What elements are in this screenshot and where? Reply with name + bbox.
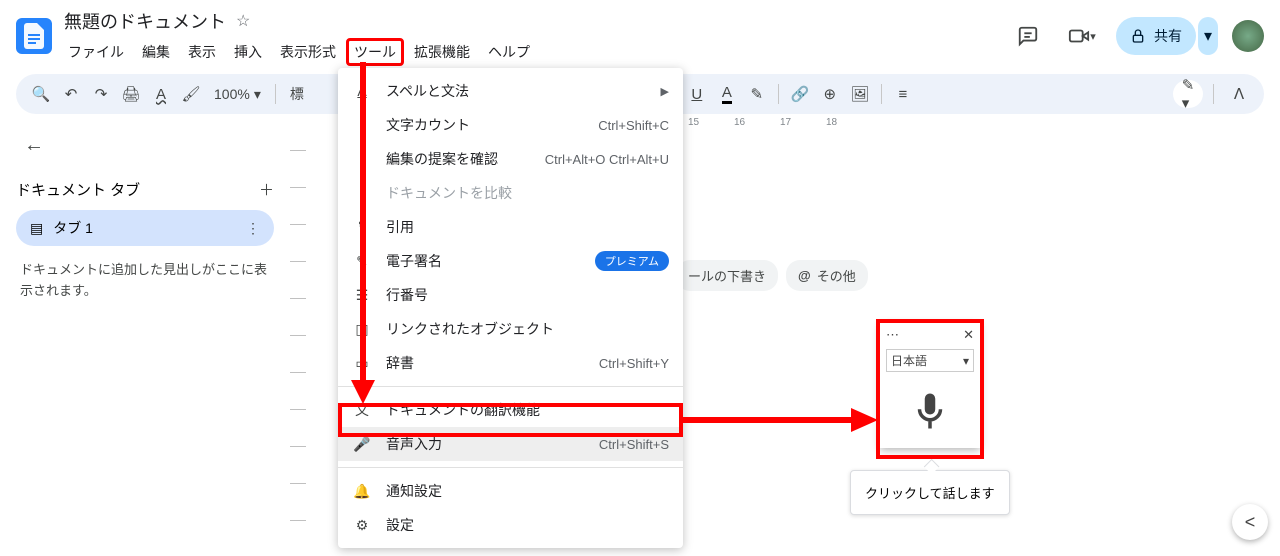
book-icon: ▭: [352, 355, 372, 372]
voice-close-icon[interactable]: ✕: [963, 327, 974, 343]
voice-tooltip: クリックして話します: [850, 470, 1010, 515]
app-header: 無題のドキュメント ☆ ファイル 編集 表示 挿入 表示形式 ツール 拡張機能 …: [0, 0, 1280, 66]
dd-compare: ドキュメントを比較: [338, 176, 683, 210]
star-icon[interactable]: ☆: [236, 11, 250, 31]
menu-tools[interactable]: ツール: [346, 38, 404, 66]
paint-format-icon[interactable]: 🖌: [176, 80, 206, 108]
translate-icon: 文: [352, 400, 372, 420]
chip-other[interactable]: @ その他: [786, 260, 868, 291]
menu-view[interactable]: 表示: [180, 38, 224, 66]
spellcheck-icon[interactable]: A: [146, 80, 176, 108]
meet-icon[interactable]: ▾: [1062, 16, 1102, 56]
document-title[interactable]: 無題のドキュメント: [60, 6, 230, 36]
menu-help[interactable]: ヘルプ: [480, 38, 538, 66]
undo-icon[interactable]: ↶: [56, 80, 86, 108]
dd-esign[interactable]: ✎電子署名プレミアム: [338, 244, 683, 278]
dd-notifications[interactable]: 🔔通知設定: [338, 474, 683, 508]
styles-select[interactable]: 標: [282, 84, 312, 104]
signature-icon: ✎: [352, 253, 372, 270]
dd-preferences[interactable]: ⚙設定: [338, 508, 683, 542]
dd-voice-typing[interactable]: 🎤音声入力Ctrl+Shift+S: [338, 427, 683, 461]
title-area: 無題のドキュメント ☆ ファイル 編集 表示 挿入 表示形式 ツール 拡張機能 …: [60, 6, 1000, 66]
dd-translate[interactable]: 文ドキュメントの翻訳機能: [338, 393, 683, 427]
redo-icon[interactable]: ↷: [86, 80, 116, 108]
add-comment-icon[interactable]: ⊕: [815, 80, 845, 108]
outline-sidebar: ← ドキュメント タブ ＋ ▤ タブ 1 ⋮ ドキュメントに追加した見出しがここ…: [0, 114, 290, 556]
collapse-toolbar-icon[interactable]: ᐱ: [1224, 80, 1254, 108]
voice-more-icon[interactable]: ⋯: [886, 327, 899, 343]
tab-more-icon[interactable]: ⋮: [246, 220, 260, 237]
linked-icon: ◫: [352, 321, 372, 338]
tab-icon: ▤: [30, 220, 43, 237]
voice-language-select[interactable]: 日本語▾: [886, 349, 974, 372]
tools-dropdown: Aスペルと文法▶ 文字カウントCtrl+Shift+C 編集の提案を確認Ctrl…: [338, 68, 683, 548]
dd-dictionary[interactable]: ▭辞書Ctrl+Shift+Y: [338, 346, 683, 380]
search-icon[interactable]: 🔍: [26, 80, 56, 108]
quote-icon: ❞: [352, 219, 372, 236]
insert-image-icon[interactable]: 🖼: [845, 80, 875, 108]
insert-link-icon[interactable]: 🔗: [785, 80, 815, 108]
print-icon[interactable]: 🖨: [116, 80, 146, 108]
dd-review[interactable]: 編集の提案を確認Ctrl+Alt+O Ctrl+Alt+U: [338, 142, 683, 176]
voice-mic-button[interactable]: [880, 380, 980, 448]
zoom-select[interactable]: 100% ▾: [206, 86, 269, 103]
align-icon[interactable]: ≡: [888, 80, 918, 108]
spellcheck-icon: A: [352, 83, 372, 99]
toggles-icon: ⚙: [352, 517, 372, 534]
editing-mode-icon[interactable]: ✎ ▾: [1173, 80, 1203, 108]
dd-wordcount[interactable]: 文字カウントCtrl+Shift+C: [338, 108, 683, 142]
share-dropdown-icon[interactable]: ▾: [1198, 17, 1218, 55]
menu-edit[interactable]: 編集: [134, 38, 178, 66]
dd-linenumbers[interactable]: ☰行番号: [338, 278, 683, 312]
list-icon: ☰: [352, 287, 372, 304]
docs-logo-icon[interactable]: [16, 18, 52, 54]
avatar[interactable]: [1232, 20, 1264, 52]
menu-insert[interactable]: 挿入: [226, 38, 270, 66]
text-color-icon[interactable]: A: [712, 80, 742, 108]
menu-bar: ファイル 編集 表示 挿入 表示形式 ツール 拡張機能 ヘルプ: [60, 38, 1000, 66]
chevron-down-icon: ▾: [963, 354, 969, 368]
menu-file[interactable]: ファイル: [60, 38, 132, 66]
menu-extensions[interactable]: 拡張機能: [406, 38, 478, 66]
back-arrow-icon[interactable]: ←: [16, 126, 274, 165]
explore-fab-icon[interactable]: <: [1232, 504, 1268, 540]
bell-icon: 🔔: [352, 483, 372, 500]
comment-history-icon[interactable]: [1008, 16, 1048, 56]
share-button[interactable]: 共有: [1116, 17, 1196, 55]
menu-format[interactable]: 表示形式: [272, 38, 344, 66]
chevron-right-icon: ▶: [661, 85, 669, 98]
mic-icon: 🎤: [352, 436, 372, 453]
share-label: 共有: [1154, 26, 1182, 46]
highlight-color-icon[interactable]: ✎: [742, 80, 772, 108]
underline-icon[interactable]: U: [682, 80, 712, 108]
sidebar-title: ドキュメント タブ ＋: [16, 165, 274, 210]
dd-linked[interactable]: ◫リンクされたオブジェクト: [338, 312, 683, 346]
vertical-ruler: [290, 114, 306, 556]
dd-citation[interactable]: ❞引用: [338, 210, 683, 244]
dd-spelling[interactable]: Aスペルと文法▶: [338, 74, 683, 108]
sidebar-hint: ドキュメントに追加した見出しがここに表示されます。: [16, 246, 274, 316]
add-tab-icon[interactable]: ＋: [259, 179, 274, 200]
voice-typing-panel[interactable]: ⋯ ✕ 日本語▾: [880, 323, 980, 448]
tab-label: タブ 1: [53, 218, 93, 238]
tab-item[interactable]: ▤ タブ 1 ⋮: [16, 210, 274, 246]
header-actions: ▾ 共有 ▾: [1008, 16, 1264, 56]
chip-email-draft[interactable]: ールの下書き: [676, 260, 778, 291]
